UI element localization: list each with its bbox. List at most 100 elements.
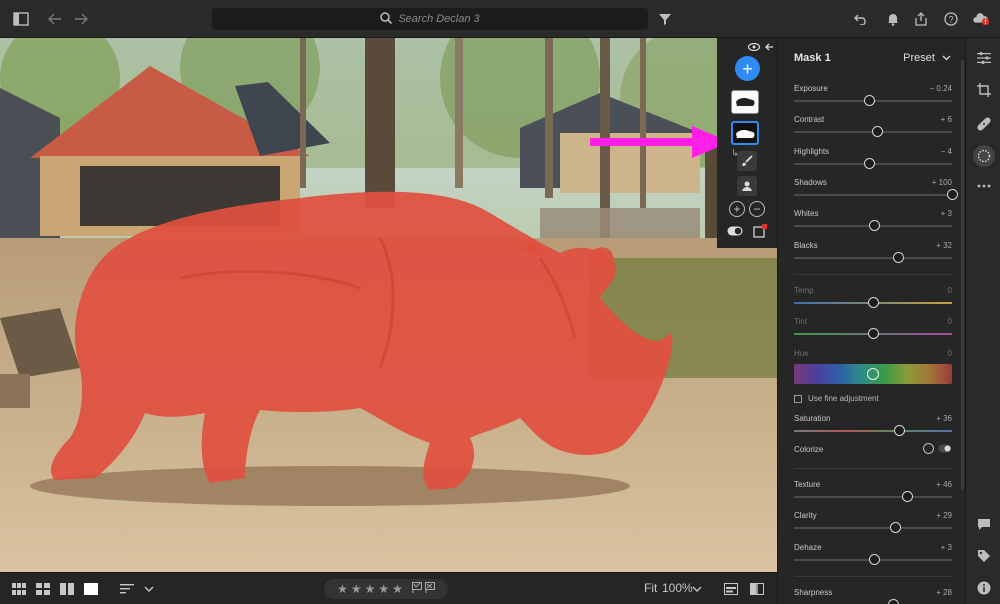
slider-knob[interactable]	[902, 491, 914, 502]
slider-whites[interactable]: Whites + 3	[794, 209, 952, 237]
colorize-swatch-icon[interactable]	[923, 443, 934, 454]
photo-canvas[interactable]	[0, 38, 777, 572]
slider-value[interactable]: 0	[948, 349, 952, 358]
slider-exposure[interactable]: Exposure − 0.24	[794, 84, 952, 112]
undo-icon[interactable]	[852, 10, 870, 28]
slider-value[interactable]: + 28	[936, 588, 952, 597]
flag-reject-icon[interactable]	[424, 582, 435, 596]
masking-icon[interactable]	[973, 145, 995, 167]
comments-icon[interactable]	[976, 516, 992, 532]
more-options-icon[interactable]	[976, 178, 992, 194]
slider-value[interactable]: 0	[948, 317, 952, 326]
slider-saturation[interactable]: Saturation + 36	[794, 414, 952, 442]
sort-icon[interactable]	[120, 582, 134, 596]
slider-track[interactable]	[794, 527, 952, 530]
slider-sharpness[interactable]: Sharpness + 28	[794, 588, 952, 604]
star-rating[interactable]: ★ ★ ★ ★ ★	[324, 579, 448, 599]
panel-scrollbar[interactable]	[961, 60, 964, 490]
chevron-down-icon[interactable]	[142, 582, 156, 596]
slider-knob[interactable]	[946, 188, 958, 200]
mask-thumbnail-selected[interactable]	[731, 121, 759, 145]
fine-adjustment-checkbox[interactable]	[794, 394, 802, 403]
slider-knob[interactable]	[867, 297, 879, 308]
edit-sliders-icon[interactable]	[976, 50, 992, 66]
subtract-from-mask-button[interactable]: −	[749, 201, 765, 217]
slider-value[interactable]: + 29	[936, 511, 952, 520]
info-overlay-icon[interactable]	[724, 582, 738, 596]
sidebar-toggle-icon[interactable]	[12, 10, 30, 28]
slider-knob[interactable]	[867, 328, 879, 340]
share-icon[interactable]	[912, 10, 930, 28]
brush-icon[interactable]	[737, 151, 757, 171]
star-icon[interactable]: ★	[365, 582, 376, 596]
slider-value[interactable]: + 3	[941, 543, 952, 552]
slider-texture[interactable]: Texture + 46	[794, 480, 952, 508]
slider-track[interactable]	[794, 256, 952, 259]
fine-adjustment-row[interactable]: Use fine adjustment	[794, 394, 879, 403]
slider-knob[interactable]	[869, 220, 881, 232]
hue-fine-slider[interactable]	[794, 364, 952, 384]
select-person-icon[interactable]	[737, 176, 757, 196]
add-to-mask-button[interactable]: +	[729, 201, 745, 217]
compare-view-icon[interactable]	[60, 582, 74, 596]
zoom-fit-label[interactable]: Fit	[644, 581, 657, 595]
slider-value[interactable]: − 4	[941, 147, 952, 156]
slider-track[interactable]	[794, 496, 952, 498]
forward-arrow-icon[interactable]	[72, 10, 90, 28]
slider-clarity[interactable]: Clarity + 29	[794, 511, 952, 539]
crop-icon[interactable]	[976, 82, 992, 98]
slider-shadows[interactable]: Shadows + 100	[794, 178, 958, 206]
grid-view-icon[interactable]	[12, 582, 26, 596]
slider-dehaze[interactable]: Dehaze + 3	[794, 543, 952, 571]
slider-value[interactable]: + 100	[932, 178, 952, 187]
slider-knob[interactable]	[889, 522, 901, 534]
slider-value[interactable]: + 46	[936, 480, 952, 489]
preset-dropdown[interactable]: Preset	[903, 52, 951, 64]
cloud-sync-warning-icon[interactable]	[972, 10, 990, 28]
slider-knob[interactable]	[869, 553, 881, 565]
star-icon[interactable]: ★	[337, 582, 348, 596]
slider-knob[interactable]	[888, 599, 900, 604]
mask-thumbnail-1[interactable]	[731, 90, 759, 114]
info-icon[interactable]	[976, 580, 992, 596]
detail-view-icon[interactable]	[84, 582, 98, 596]
overlay-color-icon[interactable]	[753, 224, 767, 238]
collapse-arrow-icon[interactable]	[763, 41, 775, 53]
zoom-chevron-down-icon[interactable]	[690, 582, 704, 596]
create-mask-button[interactable]: +	[735, 56, 760, 81]
colorize-toggle-icon[interactable]	[938, 444, 952, 455]
healing-bandage-icon[interactable]	[976, 116, 992, 132]
slider-knob[interactable]	[872, 126, 884, 138]
slider-value[interactable]: + 6	[941, 115, 952, 124]
back-arrow-icon[interactable]	[46, 10, 64, 28]
slider-value[interactable]: + 3	[941, 209, 952, 218]
slider-knob[interactable]	[894, 425, 906, 436]
slider-contrast[interactable]: Contrast + 6	[794, 115, 952, 143]
before-after-icon[interactable]	[750, 582, 764, 596]
help-icon[interactable]: ?	[942, 10, 960, 28]
flag-pick-icon[interactable]	[411, 582, 422, 596]
star-icon[interactable]: ★	[378, 582, 389, 596]
zoom-level[interactable]: 100%	[662, 581, 693, 595]
star-icon[interactable]: ★	[351, 582, 362, 596]
slider-knob[interactable]	[864, 157, 876, 169]
star-icon[interactable]: ★	[392, 582, 403, 596]
slider-temp[interactable]: Temp 0	[794, 286, 952, 314]
slider-knob[interactable]	[892, 251, 904, 263]
notification-bell-icon[interactable]	[884, 10, 902, 28]
filter-icon[interactable]	[656, 10, 674, 28]
search-box[interactable]: Search Declan 3	[212, 8, 648, 30]
slider-track[interactable]	[794, 193, 952, 196]
slider-value[interactable]: 0	[948, 286, 952, 295]
slider-value[interactable]: + 36	[936, 414, 952, 423]
hue-slider-knob[interactable]	[867, 368, 879, 380]
eye-icon[interactable]	[747, 42, 761, 52]
slider-value[interactable]: − 0.24	[930, 84, 952, 93]
square-grid-view-icon[interactable]	[36, 582, 50, 596]
keywords-tag-icon[interactable]	[976, 548, 992, 564]
overlay-toggle-icon[interactable]	[727, 226, 743, 236]
slider-tint[interactable]: Tint 0	[794, 317, 952, 345]
slider-knob[interactable]	[864, 95, 876, 106]
slider-blacks[interactable]: Blacks + 32	[794, 241, 952, 269]
slider-highlights[interactable]: Highlights − 4	[794, 147, 952, 175]
